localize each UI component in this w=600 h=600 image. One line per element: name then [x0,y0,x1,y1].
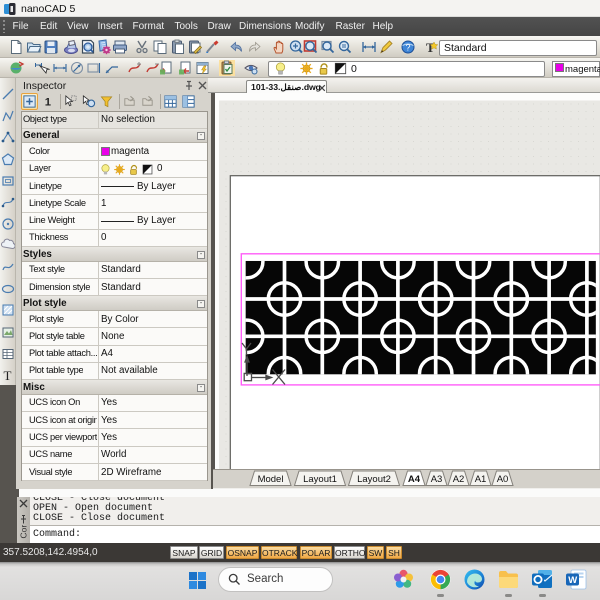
svg-text:?: ? [406,43,411,53]
svg-text:A2: A2 [453,474,465,485]
svg-text:W: W [568,575,577,586]
svg-text:T: T [4,368,12,382]
svg-text:A0: A0 [497,474,509,485]
svg-text:1: 1 [45,97,51,109]
svg-text:A4: A4 [408,474,421,485]
svg-text:A3: A3 [431,474,443,485]
svg-text:A1: A1 [475,474,487,485]
svg-text:Model: Model [258,474,284,485]
svg-text:Layout2: Layout2 [357,474,391,485]
svg-text:Layout1: Layout1 [303,474,337,485]
